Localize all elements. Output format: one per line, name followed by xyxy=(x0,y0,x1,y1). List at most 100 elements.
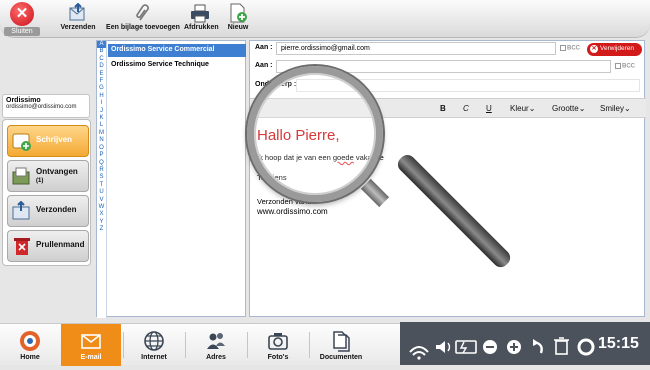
sent-icon xyxy=(11,200,33,221)
magnifier-icon xyxy=(247,66,383,202)
color-dropdown[interactable]: Kleur⌄ xyxy=(510,104,535,113)
alphabet-letter[interactable]: P xyxy=(97,152,106,159)
camera-icon xyxy=(266,329,290,353)
folder-inbox[interactable]: Ontvangen (1) xyxy=(7,160,89,192)
attach-button[interactable]: Een bijlage toevoegen xyxy=(102,3,184,35)
nav-home[interactable]: Home xyxy=(0,324,60,366)
inbox-icon xyxy=(11,166,33,186)
nav-internet[interactable]: Internet xyxy=(124,324,184,366)
account-email: ordissimo@ordissimo.com xyxy=(6,104,77,110)
close-label: Sluiten xyxy=(4,27,40,36)
alphabet-letter[interactable]: Q xyxy=(97,160,106,167)
nav-internet-label: Internet xyxy=(141,354,167,361)
alphabet-letter[interactable]: N xyxy=(97,137,106,144)
contact-panel: ABCDEFGHIJKLMNOPQRSTUVWXYZ Ordissimo Ser… xyxy=(96,40,246,318)
alphabet-letter[interactable]: E xyxy=(97,71,106,78)
close-icon: ✕ xyxy=(590,45,598,53)
nav-documents-label: Documenten xyxy=(319,354,363,361)
alphabet-letter[interactable]: Y xyxy=(97,219,106,226)
bold-button[interactable]: B xyxy=(440,104,446,113)
undo-icon[interactable] xyxy=(533,339,543,354)
alphabet-letter[interactable]: A xyxy=(97,41,106,49)
to-field[interactable]: pierre.ordissimo@gmail.com xyxy=(276,42,556,55)
alphabet-letter[interactable]: I xyxy=(97,100,106,107)
alphabet-letter[interactable]: D xyxy=(97,63,106,70)
alphabet-letter[interactable]: J xyxy=(97,108,106,115)
alphabet-letter[interactable]: M xyxy=(97,130,106,137)
close-button[interactable]: ✕ Sluiten xyxy=(4,2,40,36)
folder-write[interactable]: Schrijven xyxy=(7,125,89,157)
folder-write-label: Schrijven xyxy=(36,135,73,144)
print-button[interactable]: Afdrukken xyxy=(184,3,219,35)
send-icon xyxy=(60,2,96,23)
folder-list: Schrijven Ontvangen (1) Verzonden Prulle… xyxy=(2,119,91,266)
smiley-label: Smiley xyxy=(600,104,625,113)
help-lifebuoy-icon[interactable] xyxy=(577,338,595,356)
contact-item[interactable]: Ordissimo Service Commercial xyxy=(108,44,246,57)
alphabet-letter[interactable]: B xyxy=(97,48,106,55)
alphabet-letter[interactable]: L xyxy=(97,122,106,129)
alphabet-index: ABCDEFGHIJKLMNOPQRSTUVWXYZ xyxy=(97,41,107,318)
contact-item[interactable]: Ordissimo Service Technique xyxy=(108,59,246,72)
printer-icon xyxy=(190,3,210,23)
remove-label: Verwijderen xyxy=(600,45,634,52)
alphabet-letter[interactable]: K xyxy=(97,115,106,122)
account-name: Ordissimo xyxy=(6,97,41,104)
nav-documents[interactable]: Documenten xyxy=(310,324,372,366)
alphabet-letter[interactable]: V xyxy=(97,197,106,204)
send-button[interactable]: Verzenden xyxy=(60,2,96,35)
new-button[interactable]: Nieuw xyxy=(226,3,250,35)
folder-sent-label: Verzonden xyxy=(36,205,77,214)
new-document-icon xyxy=(228,3,248,23)
nav-email-label: E-mail xyxy=(80,354,102,361)
chevron-down-icon: ⌄ xyxy=(624,104,631,113)
zoom-out-icon[interactable] xyxy=(483,340,497,354)
alphabet-letter[interactable]: C xyxy=(97,56,106,63)
trash-bin-icon[interactable] xyxy=(554,337,569,355)
chevron-down-icon: ⌄ xyxy=(578,104,586,113)
send-label: Verzenden xyxy=(60,24,96,31)
top-toolbar: ✕ Sluiten Verzenden Een bijlage toevoege… xyxy=(0,0,650,38)
alphabet-letter[interactable]: T xyxy=(97,182,106,189)
italic-button[interactable]: C xyxy=(463,104,469,113)
alphabet-letter[interactable]: U xyxy=(97,189,106,196)
alphabet-letter[interactable]: R xyxy=(97,167,106,174)
nav-photos[interactable]: Foto's xyxy=(248,324,308,366)
documents-icon xyxy=(329,329,353,353)
clock: 15:15 xyxy=(598,335,639,352)
alphabet-letter[interactable]: Z xyxy=(97,226,106,233)
trash-icon xyxy=(11,236,33,256)
bcc-label: BCC xyxy=(622,63,635,70)
bcc-checkbox[interactable]: BCC xyxy=(560,45,580,52)
chevron-down-icon: ⌄ xyxy=(528,104,536,113)
nav-email[interactable]: E-mail xyxy=(61,324,121,366)
paperclip-icon xyxy=(133,3,153,23)
smiley-dropdown[interactable]: Smiley⌄ xyxy=(600,104,631,113)
folder-trash[interactable]: Prullenmand xyxy=(7,230,89,262)
alphabet-letter[interactable]: O xyxy=(97,145,106,152)
globe-icon xyxy=(142,329,166,353)
color-label: Kleur xyxy=(510,104,529,113)
nav-contacts[interactable]: Adres xyxy=(186,324,246,366)
alphabet-letter[interactable]: X xyxy=(97,211,106,218)
size-dropdown[interactable]: Grootte⌄ xyxy=(552,104,585,113)
attach-label: Een bijlage toevoegen xyxy=(106,24,180,31)
alphabet-letter[interactable]: W xyxy=(97,204,106,211)
volume-icon[interactable] xyxy=(436,341,451,353)
alphabet-letter[interactable]: S xyxy=(97,174,106,181)
zoom-in-icon[interactable] xyxy=(507,340,521,354)
folder-sent[interactable]: Verzonden xyxy=(7,195,89,227)
underline-button[interactable]: U xyxy=(486,104,492,113)
bcc-label: BCC xyxy=(567,45,580,52)
remove-recipient-button[interactable]: ✕ Verwijderen xyxy=(587,43,642,56)
folder-trash-label: Prullenmand xyxy=(36,240,85,249)
alphabet-letter[interactable]: G xyxy=(97,85,106,92)
contacts-icon xyxy=(204,329,228,353)
battery-icon[interactable] xyxy=(455,340,477,354)
bcc-checkbox-2[interactable]: BCC xyxy=(615,63,635,70)
alphabet-letter[interactable]: F xyxy=(97,78,106,85)
wifi-icon[interactable] xyxy=(409,346,429,360)
alphabet-letter[interactable]: H xyxy=(97,93,106,100)
close-icon: ✕ xyxy=(10,2,34,26)
mail-icon xyxy=(79,329,103,353)
